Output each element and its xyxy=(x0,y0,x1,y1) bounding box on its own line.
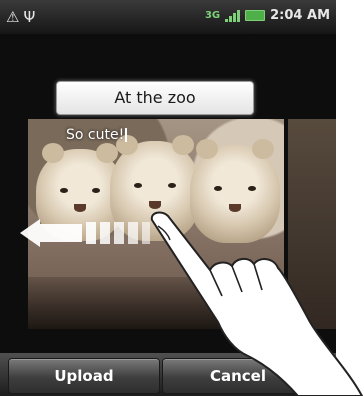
status-left-icons: ⚠ Ψ xyxy=(6,8,35,26)
status-right-icons: 3G 2:04 AM xyxy=(205,8,330,23)
alert-icon: ⚠ xyxy=(6,8,20,26)
text-cursor xyxy=(125,128,128,142)
pointing-hand-icon xyxy=(150,211,363,396)
usb-icon: Ψ xyxy=(23,8,36,26)
signal-icon xyxy=(225,9,241,22)
upload-button[interactable]: Upload xyxy=(8,358,160,394)
status-bar: ⚠ Ψ 3G 2:04 AM xyxy=(0,0,336,34)
battery-icon xyxy=(245,10,266,21)
album-title-field[interactable]: At the zoo xyxy=(56,81,254,115)
network-3g-icon: 3G xyxy=(204,10,221,21)
status-time: 2:04 AM xyxy=(270,8,330,23)
photo-caption-text: So cute! xyxy=(66,127,125,143)
photo-caption-input[interactable]: So cute! xyxy=(66,127,128,143)
